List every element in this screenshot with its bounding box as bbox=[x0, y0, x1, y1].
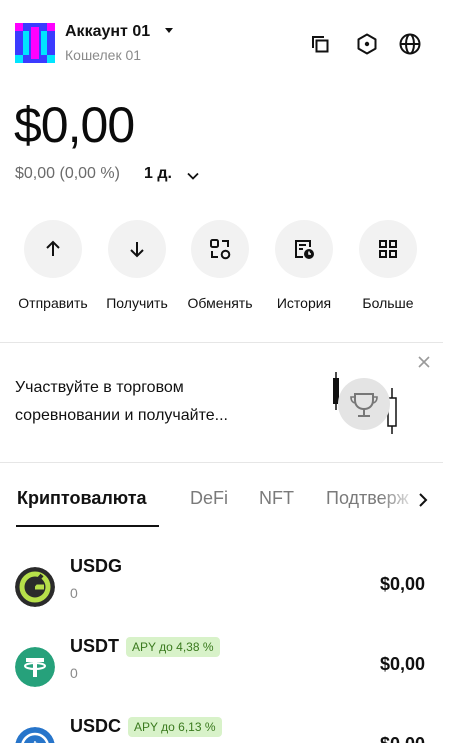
apy-badge: APY до 6,13 % bbox=[128, 717, 222, 737]
tab-nft[interactable]: NFT bbox=[259, 488, 294, 509]
balance-change: $0,00 (0,00 %) bbox=[15, 165, 120, 182]
account-name[interactable]: Аккаунт 01 bbox=[65, 23, 150, 41]
token-row-usdt[interactable]: USDT APY до 4,38 % 0 $0,00 bbox=[0, 633, 451, 693]
token-symbol: USDT bbox=[70, 636, 119, 656]
promo-line: соревновании и получайте... bbox=[15, 407, 228, 424]
globe-icon[interactable] bbox=[398, 32, 422, 56]
action-circle[interactable] bbox=[108, 220, 166, 278]
token-row-usdg[interactable]: USDG 0 $0,00 bbox=[0, 553, 451, 613]
token-row-usdc[interactable]: $ USDC APY до 6,13 % 0 $0,00 bbox=[0, 713, 451, 743]
trophy-candlestick-icon bbox=[333, 372, 397, 434]
arrow-up-icon bbox=[46, 240, 60, 256]
token-value: $0,00 bbox=[379, 574, 425, 594]
chevron-down-icon[interactable] bbox=[185, 168, 201, 184]
action-bar: Отправить Получить Обменять История Боль… bbox=[0, 220, 451, 320]
svg-text:$: $ bbox=[29, 738, 40, 743]
active-tab-indicator bbox=[16, 525, 159, 527]
grid-icon bbox=[379, 240, 397, 258]
action-label: Обменять bbox=[187, 295, 253, 311]
token-amount: 0 bbox=[70, 665, 78, 681]
tab-crypto[interactable]: Криптовалюта bbox=[17, 488, 147, 509]
token-value: $0,00 bbox=[380, 734, 425, 743]
copy-icon[interactable] bbox=[308, 32, 332, 56]
action-label: История bbox=[276, 295, 332, 311]
promo-banner[interactable]: Участвуйте в торговом соревновании и пол… bbox=[15, 374, 275, 430]
asset-tabs: Криптовалюта DeFi NFT Подтверж bbox=[0, 478, 451, 528]
wallet-name: Кошелек 01 bbox=[65, 47, 142, 63]
token-amount: 0 bbox=[70, 585, 78, 601]
arrow-down-icon bbox=[130, 242, 144, 258]
total-balance: $0,00 bbox=[14, 97, 135, 153]
promo-line: Участвуйте в торговом bbox=[15, 379, 184, 396]
token-symbol: USDC bbox=[70, 716, 122, 736]
action-circle[interactable] bbox=[275, 220, 333, 278]
divider bbox=[0, 462, 443, 463]
account-avatar-icon[interactable] bbox=[15, 23, 55, 63]
usdg-token-icon bbox=[15, 567, 55, 607]
history-icon bbox=[295, 240, 314, 259]
tab-defi[interactable]: DeFi bbox=[190, 488, 228, 509]
receive-button[interactable]: Получить bbox=[92, 220, 182, 311]
action-circle[interactable] bbox=[24, 220, 82, 278]
usdc-token-icon: $ bbox=[15, 727, 55, 743]
action-circle[interactable] bbox=[359, 220, 417, 278]
apy-badge: APY до 4,38 % bbox=[126, 637, 220, 657]
period-selector[interactable]: 1 д. bbox=[144, 165, 172, 183]
token-symbol: USDG bbox=[70, 556, 123, 576]
token-value: $0,00 bbox=[379, 654, 425, 674]
account-header: Аккаунт 01 Кошелек 01 bbox=[15, 20, 436, 68]
divider bbox=[0, 342, 443, 343]
usdt-token-icon bbox=[15, 647, 55, 687]
account-dropdown-icon[interactable] bbox=[165, 28, 173, 33]
action-circle[interactable] bbox=[191, 220, 249, 278]
action-label: Отправить bbox=[18, 295, 88, 311]
history-button[interactable]: История bbox=[259, 220, 349, 311]
close-icon[interactable] bbox=[417, 355, 431, 369]
chevron-right-icon[interactable] bbox=[414, 490, 432, 510]
swap-button[interactable]: Обменять bbox=[175, 220, 265, 311]
more-button[interactable]: Больше bbox=[343, 220, 433, 311]
hexagon-settings-icon[interactable] bbox=[355, 32, 379, 56]
send-button[interactable]: Отправить bbox=[8, 220, 98, 311]
action-label: Получить bbox=[106, 295, 168, 311]
swap-icon bbox=[210, 239, 231, 260]
action-label: Больше bbox=[362, 295, 414, 311]
